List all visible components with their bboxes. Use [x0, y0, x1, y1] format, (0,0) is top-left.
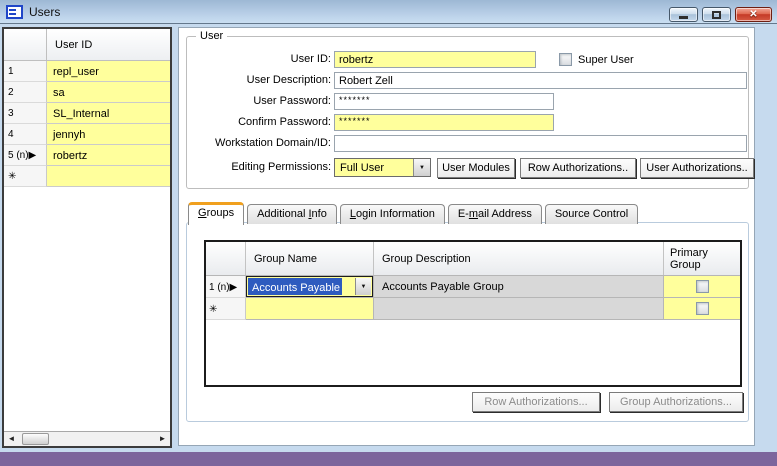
users-grid: User ID 1 repl_user 2 sa 3 SL_Internal 4…	[2, 27, 172, 448]
close-icon: ✕	[749, 10, 757, 20]
groups-grid-header: Group Name Group Description Primary Gro…	[206, 242, 740, 276]
tab-groups[interactable]: Groups	[188, 202, 244, 225]
confirm-password-label: Confirm Password:	[181, 116, 331, 128]
tab-strip: Groups Additional Info Login Information…	[188, 201, 638, 224]
group-description-cell[interactable]: Accounts Payable Group	[374, 276, 664, 298]
chevron-down-icon[interactable]: ▼	[413, 159, 430, 176]
confirm-password-field[interactable]: *******	[334, 114, 554, 131]
row-authorizations-button-groups[interactable]: Row Authorizations...	[472, 392, 600, 412]
group-name-cell[interactable]	[246, 298, 374, 320]
user-description-field[interactable]: Robert Zell	[334, 72, 747, 89]
editing-permissions-label: Editing Permissions:	[181, 161, 331, 173]
user-id-cell[interactable]: sa	[47, 82, 170, 103]
new-row-marker[interactable]: ✳	[4, 166, 47, 187]
user-id-cell[interactable]: robertz	[47, 145, 170, 166]
horizontal-scrollbar[interactable]: ◄ ►	[4, 431, 170, 446]
scroll-right-icon[interactable]: ►	[155, 432, 170, 446]
new-row-marker[interactable]: ✳	[206, 298, 246, 320]
row-authorizations-button[interactable]: Row Authorizations..	[520, 158, 636, 178]
group-authorizations-button[interactable]: Group Authorizations...	[609, 392, 743, 412]
close-button[interactable]: ✕	[735, 7, 772, 22]
user-groupbox-label: User	[196, 30, 227, 42]
tab-login-information[interactable]: Login Information	[340, 204, 445, 224]
table-row-new: ✳	[4, 166, 170, 187]
row-header[interactable]: 2	[4, 82, 47, 103]
group-name-cell: Accounts Payable ▼	[246, 276, 374, 298]
table-row-new: ✳	[206, 298, 740, 320]
row-header-corner	[4, 29, 47, 60]
primary-group-cell	[664, 298, 740, 320]
table-row-current: 5 (n)▶ robertz	[4, 145, 170, 166]
primary-group-cell	[664, 276, 740, 298]
table-row: 3 SL_Internal	[4, 103, 170, 124]
user-id-field[interactable]: robertz	[334, 51, 536, 68]
groups-tab-page: Group Name Group Description Primary Gro…	[186, 222, 749, 422]
form-icon	[6, 5, 23, 19]
group-name-dropdown[interactable]: Accounts Payable ▼	[246, 276, 373, 297]
row-header-current-marker[interactable]: 5 (n)▶	[4, 145, 47, 166]
group-name-column-header: Group Name	[246, 242, 374, 275]
primary-group-checkbox[interactable]	[696, 280, 709, 293]
chevron-down-icon[interactable]: ▼	[355, 278, 371, 295]
group-description-cell[interactable]	[374, 298, 664, 320]
scroll-left-icon[interactable]: ◄	[4, 432, 19, 446]
maximize-icon	[712, 11, 721, 19]
workstation-domain-field[interactable]	[334, 135, 747, 152]
tab-additional-info[interactable]: Additional Info	[247, 204, 337, 224]
user-modules-button[interactable]: User Modules	[437, 158, 515, 178]
groups-grid: Group Name Group Description Primary Gro…	[204, 240, 742, 387]
table-row: 4 jennyh	[4, 124, 170, 145]
row-header-current-marker[interactable]: 1 (n)▶	[206, 276, 246, 298]
tab-email-address[interactable]: E-mail Address	[448, 204, 542, 224]
row-header[interactable]: 1	[4, 61, 47, 82]
window-title: Users	[29, 5, 60, 19]
user-id-label: User ID:	[181, 53, 331, 65]
detail-panel: User User ID: robertz Super User User De…	[178, 27, 755, 446]
editing-permissions-dropdown[interactable]: Full User ▼	[334, 158, 431, 177]
minimize-icon	[679, 16, 688, 19]
user-password-label: User Password:	[181, 95, 331, 107]
user-id-cell[interactable]: jennyh	[47, 124, 170, 145]
super-user-checkbox[interactable]	[559, 53, 572, 66]
user-description-label: User Description:	[181, 74, 331, 86]
status-bar	[0, 452, 777, 466]
workstation-domain-label: Workstation Domain/ID:	[181, 137, 331, 149]
maximize-button[interactable]	[702, 7, 731, 22]
row-header-corner	[206, 242, 246, 275]
user-authorizations-button[interactable]: User Authorizations..	[640, 158, 754, 178]
group-description-column-header: Group Description	[374, 242, 664, 275]
window-controls: ✕	[669, 7, 772, 22]
row-header[interactable]: 4	[4, 124, 47, 145]
users-grid-header: User ID	[4, 29, 170, 61]
group-name-selected-text: Accounts Payable	[248, 278, 342, 295]
table-row-current: 1 (n)▶ Accounts Payable ▼ Accounts Payab…	[206, 276, 740, 298]
user-password-field[interactable]: *******	[334, 93, 554, 110]
title-bar: Users ✕	[0, 0, 777, 24]
table-row: 1 repl_user	[4, 61, 170, 82]
tab-source-control[interactable]: Source Control	[545, 204, 638, 224]
user-id-cell[interactable]: repl_user	[47, 61, 170, 82]
minimize-button[interactable]	[669, 7, 698, 22]
primary-group-checkbox[interactable]	[696, 302, 709, 315]
row-header[interactable]: 3	[4, 103, 47, 124]
table-row: 2 sa	[4, 82, 170, 103]
user-id-cell[interactable]	[47, 166, 170, 187]
scrollbar-thumb[interactable]	[22, 433, 49, 445]
users-window: Users ✕ User ID 1 repl_user 2 sa 3 SL_In…	[0, 0, 777, 466]
super-user-label: Super User	[578, 54, 634, 66]
user-id-column-header: User ID	[47, 29, 170, 60]
primary-group-column-header: Primary Group	[664, 242, 740, 275]
user-id-cell[interactable]: SL_Internal	[47, 103, 170, 124]
